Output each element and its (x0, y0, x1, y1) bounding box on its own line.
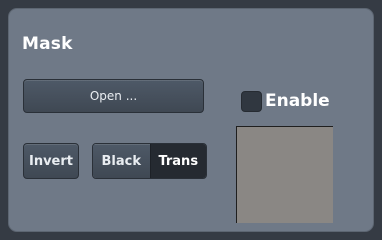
window-background: Mask Open ... Enable Invert Black Trans (0, 0, 382, 240)
mask-panel: Mask Open ... Enable Invert Black Trans (8, 8, 374, 232)
mode-black-button[interactable]: Black (93, 144, 150, 178)
enable-checkbox[interactable] (241, 91, 262, 112)
mode-segmented-control: Black Trans (92, 143, 207, 179)
invert-button[interactable]: Invert (23, 143, 79, 179)
mode-trans-button[interactable]: Trans (149, 144, 206, 178)
panel-title: Mask (22, 34, 73, 54)
enable-label[interactable]: Enable (265, 91, 330, 111)
open-button[interactable]: Open ... (23, 79, 204, 113)
mask-preview (236, 126, 333, 223)
